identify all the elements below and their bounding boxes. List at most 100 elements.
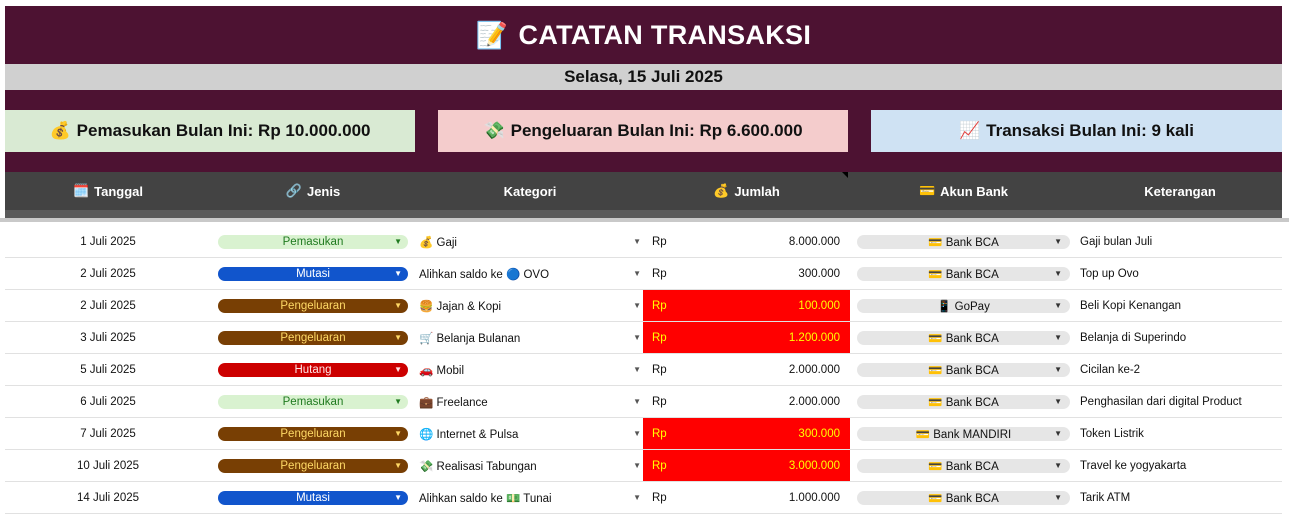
chevron-down-icon[interactable]: ▼ [633, 429, 641, 438]
type-dropdown[interactable]: Pengeluaran ▼ [218, 426, 408, 441]
type-dropdown[interactable]: Pemasukan ▼ [218, 394, 408, 409]
note-cell[interactable]: Gaji bulan Juli [1080, 226, 1280, 257]
amount-cell[interactable]: Rp 300.000 [643, 418, 850, 449]
amount-cell[interactable]: Rp 1.000.000 [643, 482, 850, 513]
table-row[interactable]: 14 Juli 2025 Mutasi ▼ Alihkan saldo ke 💵 Tu… [5, 482, 1282, 514]
type-dropdown[interactable]: Mutasi ▼ [218, 490, 408, 505]
chevron-down-icon[interactable]: ▼ [633, 237, 641, 246]
bank-dropdown[interactable]: 💳 Bank BCA ▼ [857, 458, 1070, 473]
header-tanggal[interactable]: 🗓️ Tanggal [5, 172, 211, 210]
table-row[interactable]: 10 Juli 2025 Pengeluaran ▼ 💸 Realisasi Tabu… [5, 450, 1282, 482]
header-akun-bank[interactable]: 💳 Akun Bank [857, 172, 1070, 210]
date-cell[interactable]: 10 Juli 2025 [5, 450, 211, 481]
bank-cell[interactable]: 💳 Bank BCA ▼ [857, 322, 1070, 353]
date-cell[interactable]: 5 Juli 2025 [5, 354, 211, 385]
bank-dropdown[interactable]: 💳 Bank BCA ▼ [857, 330, 1070, 345]
bank-dropdown[interactable]: 💳 Bank BCA ▼ [857, 234, 1070, 249]
bank-dropdown[interactable]: 💳 Bank MANDIRI ▼ [857, 426, 1070, 441]
note-cell[interactable]: Beli Kopi Kenangan [1080, 290, 1280, 321]
category-cell[interactable]: 💰 Gaji ▼ [415, 226, 645, 257]
category-cell[interactable]: 💸 Realisasi Tabungan ▼ [415, 450, 645, 481]
bank-dropdown[interactable]: 💳 Bank BCA ▼ [857, 394, 1070, 409]
category-cell[interactable]: 🛒 Belanja Bulanan ▼ [415, 322, 645, 353]
type-cell[interactable]: Pemasukan ▼ [218, 386, 408, 417]
bank-cell[interactable]: 💳 Bank BCA ▼ [857, 450, 1070, 481]
chevron-down-icon[interactable]: ▼ [633, 365, 641, 374]
header-jenis[interactable]: 🔗 Jenis [218, 172, 408, 210]
bank-dropdown[interactable]: 💳 Bank BCA ▼ [857, 490, 1070, 505]
type-cell[interactable]: Hutang ▼ [218, 354, 408, 385]
chevron-down-icon[interactable]: ▼ [633, 301, 641, 310]
note-cell[interactable]: Penghasilan dari digital Product [1080, 386, 1280, 417]
bank-cell[interactable]: 💳 Bank BCA ▼ [857, 258, 1070, 289]
chevron-down-icon[interactable]: ▼ [633, 269, 641, 278]
note-cell[interactable]: Token Listrik [1080, 418, 1280, 449]
category-cell[interactable]: 🍔 Jajan & Kopi ▼ [415, 290, 645, 321]
type-dropdown[interactable]: Pemasukan ▼ [218, 234, 408, 249]
bank-dropdown[interactable]: 💳 Bank BCA ▼ [857, 362, 1070, 377]
bank-cell[interactable]: 💳 Bank MANDIRI ▼ [857, 418, 1070, 449]
bank-cell[interactable]: 📱 GoPay ▼ [857, 290, 1070, 321]
type-cell[interactable]: Pemasukan ▼ [218, 226, 408, 257]
note-cell[interactable]: Tarik ATM [1080, 482, 1280, 513]
category-cell[interactable]: 🚗 Mobil ▼ [415, 354, 645, 385]
type-dropdown[interactable]: Mutasi ▼ [218, 266, 408, 281]
category-cell[interactable]: Alihkan saldo ke 🔵 OVO ▼ [415, 258, 645, 289]
bank-dropdown[interactable]: 📱 GoPay ▼ [857, 298, 1070, 313]
table-row[interactable]: 5 Juli 2025 Hutang ▼ 🚗 Mobil ▼ Rp 2.000.000 💳 B… [5, 354, 1282, 386]
table-row[interactable]: 2 Juli 2025 Pengeluaran ▼ 🍔 Jajan & Kopi ▼ Rp… [5, 290, 1282, 322]
date-cell[interactable]: 14 Juli 2025 [5, 482, 211, 513]
date-cell[interactable]: 6 Juli 2025 [5, 386, 211, 417]
chevron-down-icon[interactable]: ▼ [633, 397, 641, 406]
type-cell[interactable]: Pengeluaran ▼ [218, 450, 408, 481]
table-row[interactable]: 1 Juli 2025 Pemasukan ▼ 💰 Gaji ▼ Rp 8.000.000 💳… [5, 226, 1282, 258]
type-cell[interactable]: Mutasi ▼ [218, 258, 408, 289]
amount-cell[interactable]: Rp 8.000.000 [643, 226, 850, 257]
chevron-down-icon[interactable]: ▼ [633, 493, 641, 502]
bank-cell[interactable]: 💳 Bank BCA ▼ [857, 354, 1070, 385]
date-cell[interactable]: 7 Juli 2025 [5, 418, 211, 449]
bank-dropdown[interactable]: 💳 Bank BCA ▼ [857, 266, 1070, 281]
type-cell[interactable]: Pengeluaran ▼ [218, 290, 408, 321]
table-row[interactable]: 2 Juli 2025 Mutasi ▼ Alihkan saldo ke 🔵 OVO… [5, 258, 1282, 290]
type-dropdown[interactable]: Hutang ▼ [218, 362, 408, 377]
category-cell[interactable]: 💼 Freelance ▼ [415, 386, 645, 417]
type-dropdown[interactable]: Pengeluaran ▼ [218, 458, 408, 473]
date-cell[interactable]: 3 Juli 2025 [5, 322, 211, 353]
table-row[interactable]: 3 Juli 2025 Pengeluaran ▼ 🛒 Belanja Bulanan… [5, 322, 1282, 354]
amount-cell[interactable]: Rp 100.000 [643, 290, 850, 321]
chevron-down-icon[interactable]: ▼ [633, 333, 641, 342]
type-dropdown[interactable]: Pengeluaran ▼ [218, 298, 408, 313]
date-cell[interactable]: 1 Juli 2025 [5, 226, 211, 257]
transaction-count-card[interactable]: 📈 Transaksi Bulan Ini: 9 kali [871, 110, 1282, 152]
expense-summary-card[interactable]: 💸 Pengeluaran Bulan Ini: Rp 6.600.000 [438, 110, 848, 152]
note-cell[interactable]: Top up Ovo [1080, 258, 1280, 289]
type-cell[interactable]: Pengeluaran ▼ [218, 322, 408, 353]
amount-cell[interactable]: Rp 3.000.000 [643, 450, 850, 481]
header-kategori[interactable]: Kategori [415, 172, 645, 210]
table-row[interactable]: 6 Juli 2025 Pemasukan ▼ 💼 Freelance ▼ Rp 2.000… [5, 386, 1282, 418]
header-jumlah[interactable]: 💰 Jumlah [643, 172, 850, 210]
type-cell[interactable]: Pengeluaran ▼ [218, 418, 408, 449]
bank-cell[interactable]: 💳 Bank BCA ▼ [857, 482, 1070, 513]
type-dropdown[interactable]: Pengeluaran ▼ [218, 330, 408, 345]
category-cell[interactable]: Alihkan saldo ke 💵 Tunai ▼ [415, 482, 645, 513]
freeze-divider[interactable] [0, 218, 1289, 222]
amount-cell[interactable]: Rp 1.200.000 [643, 322, 850, 353]
header-keterangan[interactable]: Keterangan [1080, 172, 1280, 210]
date-cell[interactable]: 2 Juli 2025 [5, 290, 211, 321]
note-cell[interactable]: Belanja di Superindo [1080, 322, 1280, 353]
amount-cell[interactable]: Rp 300.000 [643, 258, 850, 289]
amount-cell[interactable]: Rp 2.000.000 [643, 386, 850, 417]
note-cell[interactable]: Travel ke yogyakarta [1080, 450, 1280, 481]
chevron-down-icon[interactable]: ▼ [633, 461, 641, 470]
category-cell[interactable]: 🌐 Internet & Pulsa ▼ [415, 418, 645, 449]
note-cell[interactable]: Cicilan ke-2 [1080, 354, 1280, 385]
income-summary-card[interactable]: 💰 Pemasukan Bulan Ini: Rp 10.000.000 [5, 110, 415, 152]
type-cell[interactable]: Mutasi ▼ [218, 482, 408, 513]
bank-cell[interactable]: 💳 Bank BCA ▼ [857, 386, 1070, 417]
date-cell[interactable]: 2 Juli 2025 [5, 258, 211, 289]
amount-cell[interactable]: Rp 2.000.000 [643, 354, 850, 385]
bank-cell[interactable]: 💳 Bank BCA ▼ [857, 226, 1070, 257]
table-row[interactable]: 7 Juli 2025 Pengeluaran ▼ 🌐 Internet & Puls… [5, 418, 1282, 450]
